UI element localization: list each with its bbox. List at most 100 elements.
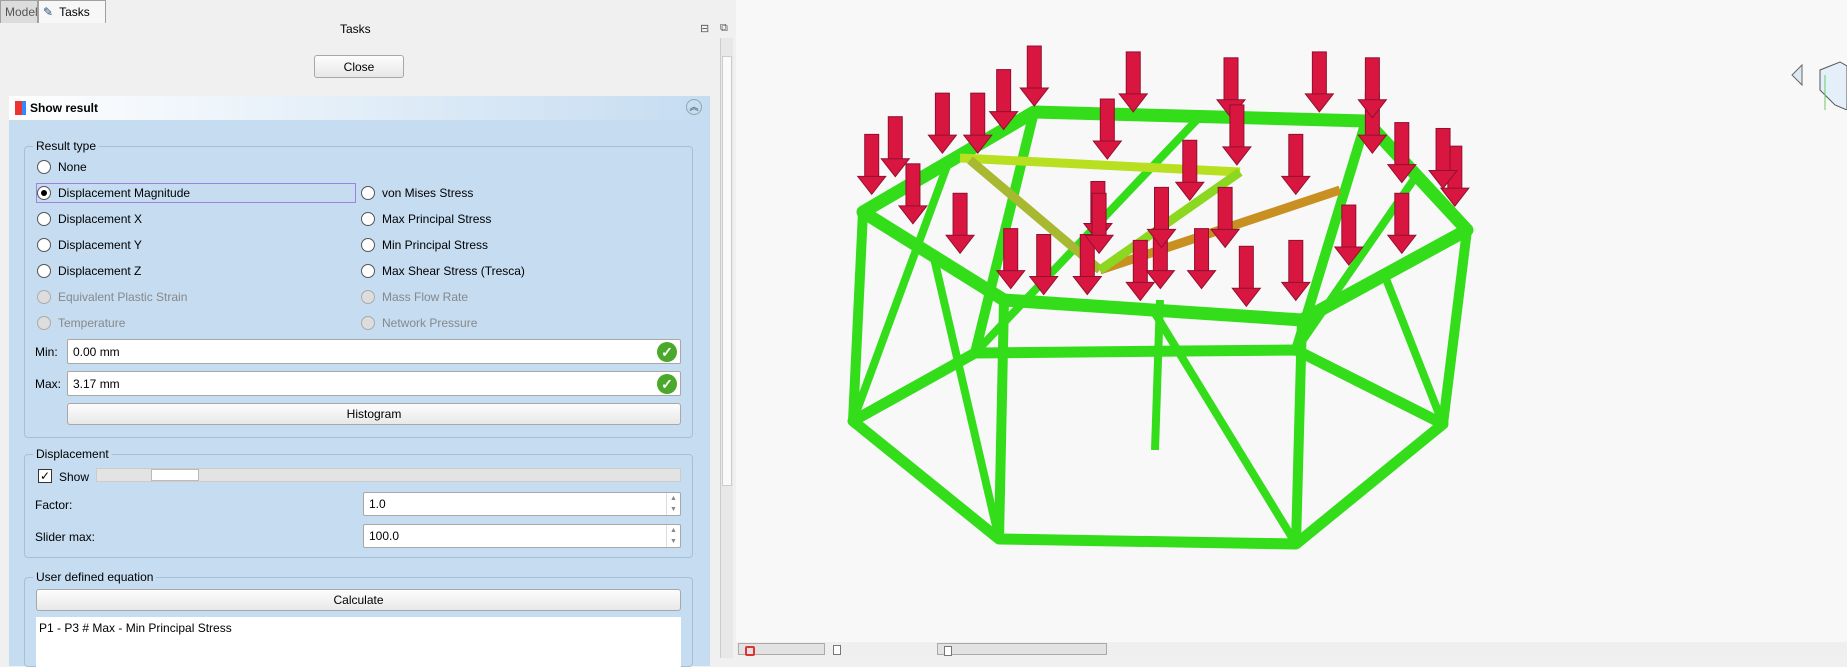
radio-result-type[interactable]: von Mises Stress: [361, 183, 473, 203]
min-label: Min:: [35, 345, 58, 359]
load-arrow-head: [1019, 87, 1050, 107]
document-tab-2[interactable]: [831, 645, 931, 655]
load-arrow-shaft: [1099, 98, 1115, 145]
radio-result-type[interactable]: None: [37, 157, 87, 177]
document-tab-3[interactable]: [937, 643, 1107, 656]
show-label: Show: [59, 470, 90, 484]
radio-button[interactable]: [361, 316, 375, 330]
load-arrow-shaft: [1394, 192, 1410, 239]
load-arrow-shaft: [1435, 127, 1451, 174]
tab-model[interactable]: Model: [0, 0, 38, 23]
load-arrow-head: [1304, 93, 1335, 113]
panel-title: Tasks: [340, 22, 371, 36]
load-arrow-shaft: [1026, 45, 1042, 92]
slider-handle[interactable]: [151, 469, 199, 481]
check-icon: ✓: [657, 342, 677, 362]
calculate-button[interactable]: Calculate: [36, 589, 681, 611]
radio-button[interactable]: [37, 160, 51, 174]
radio-button[interactable]: [37, 290, 51, 304]
radio-result-type[interactable]: Mass Flow Rate: [361, 287, 468, 307]
factor-spinbox[interactable]: 1.0 ▲ ▼: [363, 492, 681, 516]
slider-max-spinbox[interactable]: 100.0 ▲ ▼: [363, 524, 681, 548]
collapse-icon[interactable]: ︽: [686, 99, 702, 115]
spin-arrows[interactable]: ▲ ▼: [666, 525, 680, 547]
load-arrow-shaft: [1364, 57, 1380, 104]
panel-scrollbar[interactable]: [720, 38, 733, 658]
load-arrow-shaft: [887, 116, 903, 163]
radio-result-type[interactable]: Displacement Y: [37, 235, 142, 255]
radio-result-type[interactable]: Network Pressure: [361, 313, 477, 333]
dock-float-icon[interactable]: ⊟: [700, 22, 709, 35]
load-arrow-head: [1092, 140, 1123, 160]
fem-model: [847, 45, 1474, 550]
radio-result-type[interactable]: Displacement Z: [37, 261, 141, 281]
frame-brace: [849, 160, 953, 423]
3d-viewport[interactable]: [736, 0, 1847, 642]
load-arrow-shaft: [1229, 104, 1245, 151]
radio-result-type[interactable]: Temperature: [37, 313, 125, 333]
frame-leg: [1291, 319, 1307, 545]
radio-button[interactable]: [361, 264, 375, 278]
viewport-bottom-tabs: [736, 642, 1847, 656]
check-icon: ✓: [657, 374, 677, 394]
load-arrow-shaft: [1125, 51, 1141, 98]
tab-tasks[interactable]: ✎ Tasks: [38, 0, 106, 23]
load-arrow-head: [1210, 228, 1241, 249]
load-arrow-shaft: [1154, 186, 1170, 233]
load-arrow-shaft: [1217, 186, 1233, 233]
load-arrow-shaft: [864, 133, 880, 180]
load-arrow-head: [927, 134, 958, 154]
load-arrow-shaft: [1132, 239, 1148, 286]
max-input[interactable]: 3.17 mm ✓: [67, 371, 681, 396]
load-arrow-shaft: [1036, 234, 1052, 280]
load-arrow-shaft: [1288, 133, 1304, 180]
load-arrow-head: [945, 234, 976, 255]
frame-leg: [1438, 229, 1472, 425]
frame-center-post: [1151, 299, 1164, 451]
load-arrow-head: [856, 175, 887, 196]
radio-result-type[interactable]: Min Principal Stress: [361, 235, 488, 255]
load-arrow-head: [1386, 234, 1417, 255]
show-checkbox[interactable]: ✓: [38, 469, 52, 483]
close-button[interactable]: Close: [314, 55, 404, 78]
document-icon: [833, 645, 841, 655]
load-arrow-shaft: [952, 192, 968, 239]
spin-arrows[interactable]: ▲ ▼: [666, 493, 680, 515]
radio-result-type[interactable]: Max Principal Stress: [361, 209, 491, 229]
radio-button[interactable]: [361, 290, 375, 304]
load-arrow-shaft: [1238, 245, 1254, 292]
load-arrow-head: [1231, 287, 1262, 308]
radio-button[interactable]: [361, 238, 375, 252]
radio-result-type[interactable]: Equivalent Plastic Strain: [37, 287, 187, 307]
load-arrow-shaft: [1091, 192, 1107, 239]
show-result-header: Show result ︽: [9, 96, 710, 120]
load-arrow-shaft: [1003, 228, 1019, 275]
radio-button[interactable]: [37, 316, 51, 330]
radio-result-type[interactable]: Max Shear Stress (Tresca): [361, 261, 525, 281]
load-arrow-shaft: [1394, 122, 1410, 169]
radio-button[interactable]: [37, 212, 51, 226]
radio-button[interactable]: [361, 186, 375, 200]
radio-result-type[interactable]: Displacement X: [37, 209, 142, 229]
load-arrow-head: [1186, 270, 1217, 290]
radio-button[interactable]: [361, 212, 375, 226]
load-arrow-head: [1125, 281, 1156, 302]
displacement-slider[interactable]: [96, 468, 681, 482]
radio-button[interactable]: [37, 238, 51, 252]
load-arrow-shaft: [996, 69, 1012, 116]
load-arrow-shaft: [1311, 51, 1327, 98]
load-arrow-head: [1280, 281, 1311, 302]
histogram-button[interactable]: Histogram: [67, 403, 681, 425]
load-arrow-shaft: [934, 92, 950, 139]
radio-button[interactable]: [37, 264, 51, 278]
equation-textarea[interactable]: P1 - P3 # Max - Min Principal Stress: [36, 617, 681, 667]
dock-close-icon[interactable]: ⧉: [720, 22, 728, 35]
min-input[interactable]: 0.00 mm ✓: [67, 339, 681, 364]
load-arrow-head: [880, 158, 911, 178]
navigation-cube[interactable]: [1780, 30, 1847, 115]
document-tab-1[interactable]: [738, 643, 825, 656]
frame-bottom-ring: [847, 344, 1449, 550]
factor-label: Factor:: [35, 498, 73, 512]
load-arrow-shaft: [1182, 139, 1198, 186]
fem-result-icon: [15, 101, 26, 115]
